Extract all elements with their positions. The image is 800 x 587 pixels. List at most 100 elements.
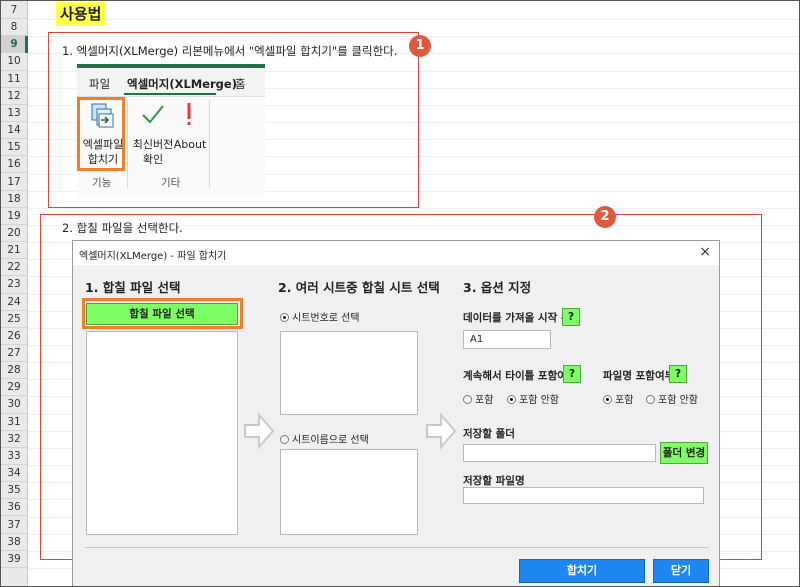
row-number[interactable]: 21: [1, 242, 27, 260]
row-number[interactable]: 10: [1, 53, 27, 71]
include-label: 포함: [475, 395, 494, 406]
row-number[interactable]: 12: [1, 88, 27, 105]
close-button[interactable]: 닫기: [653, 559, 709, 583]
ribbon: 파일 엑셀머지(XLMerge) 홈 엑셀파일 합치기 최신버전 확인 Abou…: [77, 64, 265, 197]
section1-title: 1. 합칠 파일 선택: [85, 280, 181, 295]
active-tab-underline: [124, 93, 216, 95]
start-position-help-button[interactable]: ?: [562, 308, 580, 326]
about-ribbon-button[interactable]: About: [173, 102, 207, 152]
row-number[interactable]: 7: [1, 2, 27, 20]
sheet-name-list[interactable]: [280, 449, 418, 535]
grid-line: [28, 19, 799, 21]
row-number[interactable]: 19: [1, 208, 27, 225]
check-update-ribbon-button[interactable]: 최신버전 확인: [131, 104, 175, 168]
row-number[interactable]: 39: [1, 551, 27, 568]
tab-file[interactable]: 파일: [89, 76, 110, 92]
step1-instruction: 1. 엑셀머지(XLMerge) 리본메뉴에서 "엑셀파일 합치기"를 클릭한다…: [62, 44, 398, 58]
row-number[interactable]: 24: [1, 294, 27, 311]
continue-title-include[interactable]: 포함: [463, 391, 493, 406]
row-number[interactable]: 23: [1, 276, 27, 294]
row-number[interactable]: 20: [1, 225, 27, 243]
save-folder-input[interactable]: [463, 444, 656, 462]
merge-button[interactable]: 합치기: [519, 559, 645, 583]
row-number[interactable]: 30: [1, 396, 27, 414]
exclude-label: 포함 안함: [658, 395, 698, 406]
filename-help-button[interactable]: ?: [669, 365, 687, 383]
exclamation-icon: [185, 102, 193, 131]
dialog-title: 엑셀머지(XLMerge) - 파일 합치기: [79, 251, 227, 262]
row-number[interactable]: 25: [1, 311, 27, 328]
row-number[interactable]: 35: [1, 482, 27, 500]
dialog-titlebar: 엑셀머지(XLMerge) - 파일 합치기 ×: [73, 241, 719, 265]
row-number[interactable]: 26: [1, 328, 27, 345]
radio-dot: [280, 435, 289, 444]
row-number[interactable]: 18: [1, 191, 27, 208]
close-icon[interactable]: ×: [699, 244, 711, 260]
row-number[interactable]: 11: [1, 71, 27, 88]
start-position-input[interactable]: A1: [463, 330, 551, 349]
row-number[interactable]: 14: [1, 122, 27, 140]
page-title: 사용법: [56, 2, 106, 26]
arrow-right-icon: [244, 412, 275, 450]
section3-title: 3. 옵션 지정: [463, 280, 532, 295]
radio-dot: [646, 395, 655, 404]
arrow-right-icon: [426, 412, 457, 450]
row-number[interactable]: 9: [1, 36, 27, 54]
filename-include-label: 파일명 포함여부: [603, 370, 675, 382]
group-separator: [127, 100, 128, 188]
row-number[interactable]: 28: [1, 362, 27, 380]
group-separator: [209, 100, 210, 188]
dialog-divider: [85, 547, 709, 548]
continue-title-help-button[interactable]: ?: [563, 365, 581, 383]
step2-badge: 2: [594, 206, 616, 228]
merge-button-highlight: [77, 97, 125, 171]
file-list[interactable]: [86, 331, 238, 535]
select-files-highlight: [82, 298, 243, 329]
group-etc-label: 기타: [161, 177, 181, 189]
row-number[interactable]: 34: [1, 465, 27, 483]
save-filename-input[interactable]: [463, 487, 704, 504]
ribbon-accent-bar: [77, 64, 265, 68]
filename-exclude[interactable]: 포함 안함: [646, 391, 698, 406]
step2-instruction: 2. 합칠 파일을 선택한다.: [62, 221, 183, 235]
row-number[interactable]: 29: [1, 379, 27, 397]
row-number[interactable]: 27: [1, 345, 27, 363]
change-folder-button[interactable]: 폴더 변경: [660, 442, 708, 464]
tab-home[interactable]: 홈: [235, 76, 246, 92]
check-update-label-2: 확인: [142, 153, 164, 166]
filename-include[interactable]: 포함: [603, 391, 633, 406]
radio-sheet-name[interactable]: 시트이름으로 선택: [280, 431, 369, 446]
row-number[interactable]: 36: [1, 499, 27, 517]
checkmark-icon: [141, 104, 165, 129]
step1-badge: 1: [409, 35, 431, 57]
section2-title: 2. 여러 시트중 합칠 시트 선택: [278, 280, 440, 295]
row-header: 7 8 9 10 11 12 13 14 15 16 17 18 19 20 21 22 23 24 25 26 27 2…: [1, 1, 28, 586]
row-number[interactable]: 13: [1, 105, 27, 123]
about-label: About: [173, 138, 207, 151]
row-number[interactable]: 8: [1, 19, 27, 37]
exclude-label: 포함 안함: [519, 395, 559, 406]
row-number[interactable]: 17: [1, 174, 27, 191]
row-number[interactable]: 22: [1, 259, 27, 277]
row-number[interactable]: 31: [1, 414, 27, 431]
row-number[interactable]: 33: [1, 448, 27, 466]
merge-dialog: 엑셀머지(XLMerge) - 파일 합치기 × 1. 합칠 파일 선택 합칠 …: [72, 240, 720, 586]
save-filename-label: 저장할 파일명: [463, 475, 525, 487]
sheet-number-list[interactable]: [280, 331, 418, 415]
row-number[interactable]: 32: [1, 431, 27, 448]
spreadsheet-view: 7 8 9 10 11 12 13 14 15 16 17 18 19 20 21 22 23 24 25 26 27 2…: [0, 0, 800, 587]
row-number[interactable]: 15: [1, 139, 27, 157]
tab-xlmerge[interactable]: 엑셀머지(XLMerge): [127, 76, 237, 92]
save-folder-label: 저장할 폴더: [463, 428, 515, 440]
selected-row-indicator: [25, 36, 28, 54]
group-function-label: 기능: [92, 177, 112, 189]
radio-sheet-number[interactable]: 시트번호로 선택: [280, 309, 360, 324]
continue-title-exclude[interactable]: 포함 안함: [507, 391, 559, 406]
radio-dot: [280, 313, 289, 322]
row-number[interactable]: 16: [1, 156, 27, 174]
continue-title-label: 계속해서 타이틀 포함여부: [463, 370, 577, 382]
row-number[interactable]: 38: [1, 534, 27, 551]
include-label: 포함: [615, 395, 634, 406]
radio-dot: [603, 395, 612, 404]
row-number[interactable]: 37: [1, 517, 27, 534]
